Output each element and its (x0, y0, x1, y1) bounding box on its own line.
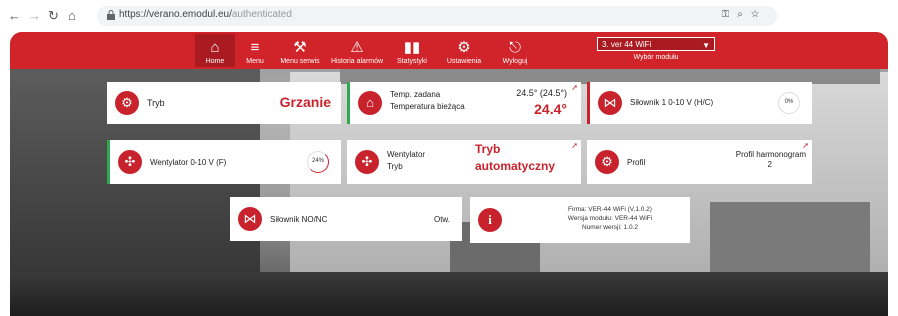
tile-wentylator[interactable]: ✣ Wentylator 0-10 V (F) 24% (107, 140, 341, 184)
gears-icon: ⚙ (595, 150, 619, 174)
nav-home[interactable]: ⌂ Home (195, 34, 235, 67)
gauge: 0% (778, 92, 800, 114)
nav-menu[interactable]: ≡ Menu (238, 34, 272, 67)
tile-wentylator-tryb[interactable]: ✣ Wentylator Tryb Tryb automatyczny ➚ (347, 140, 581, 184)
home-icon[interactable]: ⌂ (68, 8, 76, 24)
logout-icon: ⎋ (509, 39, 521, 56)
edit-corner-icon[interactable]: ➚ (571, 141, 578, 150)
tools-icon: ⚒ (293, 39, 307, 56)
edit-corner-icon[interactable]: ➚ (571, 83, 578, 92)
browser-toolbar: ← → ↻ ⌂ https://verano.emodul.eu/authent… (0, 0, 898, 32)
info-icon: i (478, 208, 502, 232)
chevron-down-icon: ▼ (702, 41, 710, 50)
reload-icon[interactable]: ↻ (48, 8, 59, 24)
nav-ustawienia[interactable]: ⚙ Ustawienia (438, 34, 490, 67)
house-icon: ⌂ (358, 91, 382, 115)
valve-icon: ⋈ (238, 207, 262, 231)
zoom-icon[interactable]: ⌕ (737, 9, 751, 20)
tile-info: i Firma: VER-44 WiFi (V.1.0.2) Wersja mo… (470, 197, 690, 243)
star-icon[interactable]: ☆ (751, 9, 767, 20)
forward-arrow-icon[interactable]: → (28, 8, 41, 24)
fan-icon: ✣ (118, 150, 142, 174)
gauge: 24% (307, 151, 329, 173)
address-bar[interactable]: https://verano.emodul.eu/authenticated ⚿… (97, 6, 777, 26)
fan-icon: ✣ (355, 150, 379, 174)
home-icon: ⌂ (210, 39, 220, 56)
module-select[interactable]: 3. ver 44 WiFi ▼ (597, 37, 715, 51)
warning-icon: ⚠ (350, 39, 364, 56)
address-bar-icons: ⚿⌕☆ (722, 9, 767, 20)
edit-corner-icon[interactable]: ➚ (802, 141, 809, 150)
gears-icon: ⚙ (115, 91, 139, 115)
nav-statystyki[interactable]: ▮▮ Statystyki (390, 34, 434, 67)
tile-profil[interactable]: ⚙ Profil Profil harmonogram 2 ➚ (587, 140, 812, 184)
url-text: https://verano.emodul.eu/authenticated (119, 9, 292, 20)
top-navigation-bar: ⌂ Home ≡ Menu ⚒ Menu serwis ⚠ Historia a… (10, 32, 888, 69)
module-select-label: Wybór modułu (633, 54, 679, 61)
menu-icon: ≡ (250, 39, 260, 56)
app-viewport: ⌂ Home ≡ Menu ⚒ Menu serwis ⚠ Historia a… (10, 32, 888, 316)
lock-icon (107, 10, 115, 20)
key-icon[interactable]: ⚿ (722, 9, 738, 20)
nav-wyloguj[interactable]: ⎋ Wyloguj (494, 34, 536, 67)
nav-menu-serwis[interactable]: ⚒ Menu serwis (276, 34, 324, 67)
tile-silownik-nonc[interactable]: ⋈ Siłownik NO/NC Otw. (230, 197, 462, 241)
tile-tryb[interactable]: ⚙ Tryb Grzanie (107, 82, 341, 124)
back-arrow-icon[interactable]: ← (8, 8, 21, 24)
tile-temperatura[interactable]: ⌂ Temp. zadana Temperatura bieżąca 24.5°… (347, 82, 581, 124)
sliders-icon: ⚙ (457, 39, 471, 56)
bar-chart-icon: ▮▮ (403, 39, 421, 56)
valve-icon: ⋈ (598, 91, 622, 115)
nav-historia-alarmow[interactable]: ⚠ Historia alarmów (328, 34, 386, 67)
tile-silownik-1[interactable]: ⋈ Siłownik 1 0-10 V (H/C) 0% (587, 82, 812, 124)
